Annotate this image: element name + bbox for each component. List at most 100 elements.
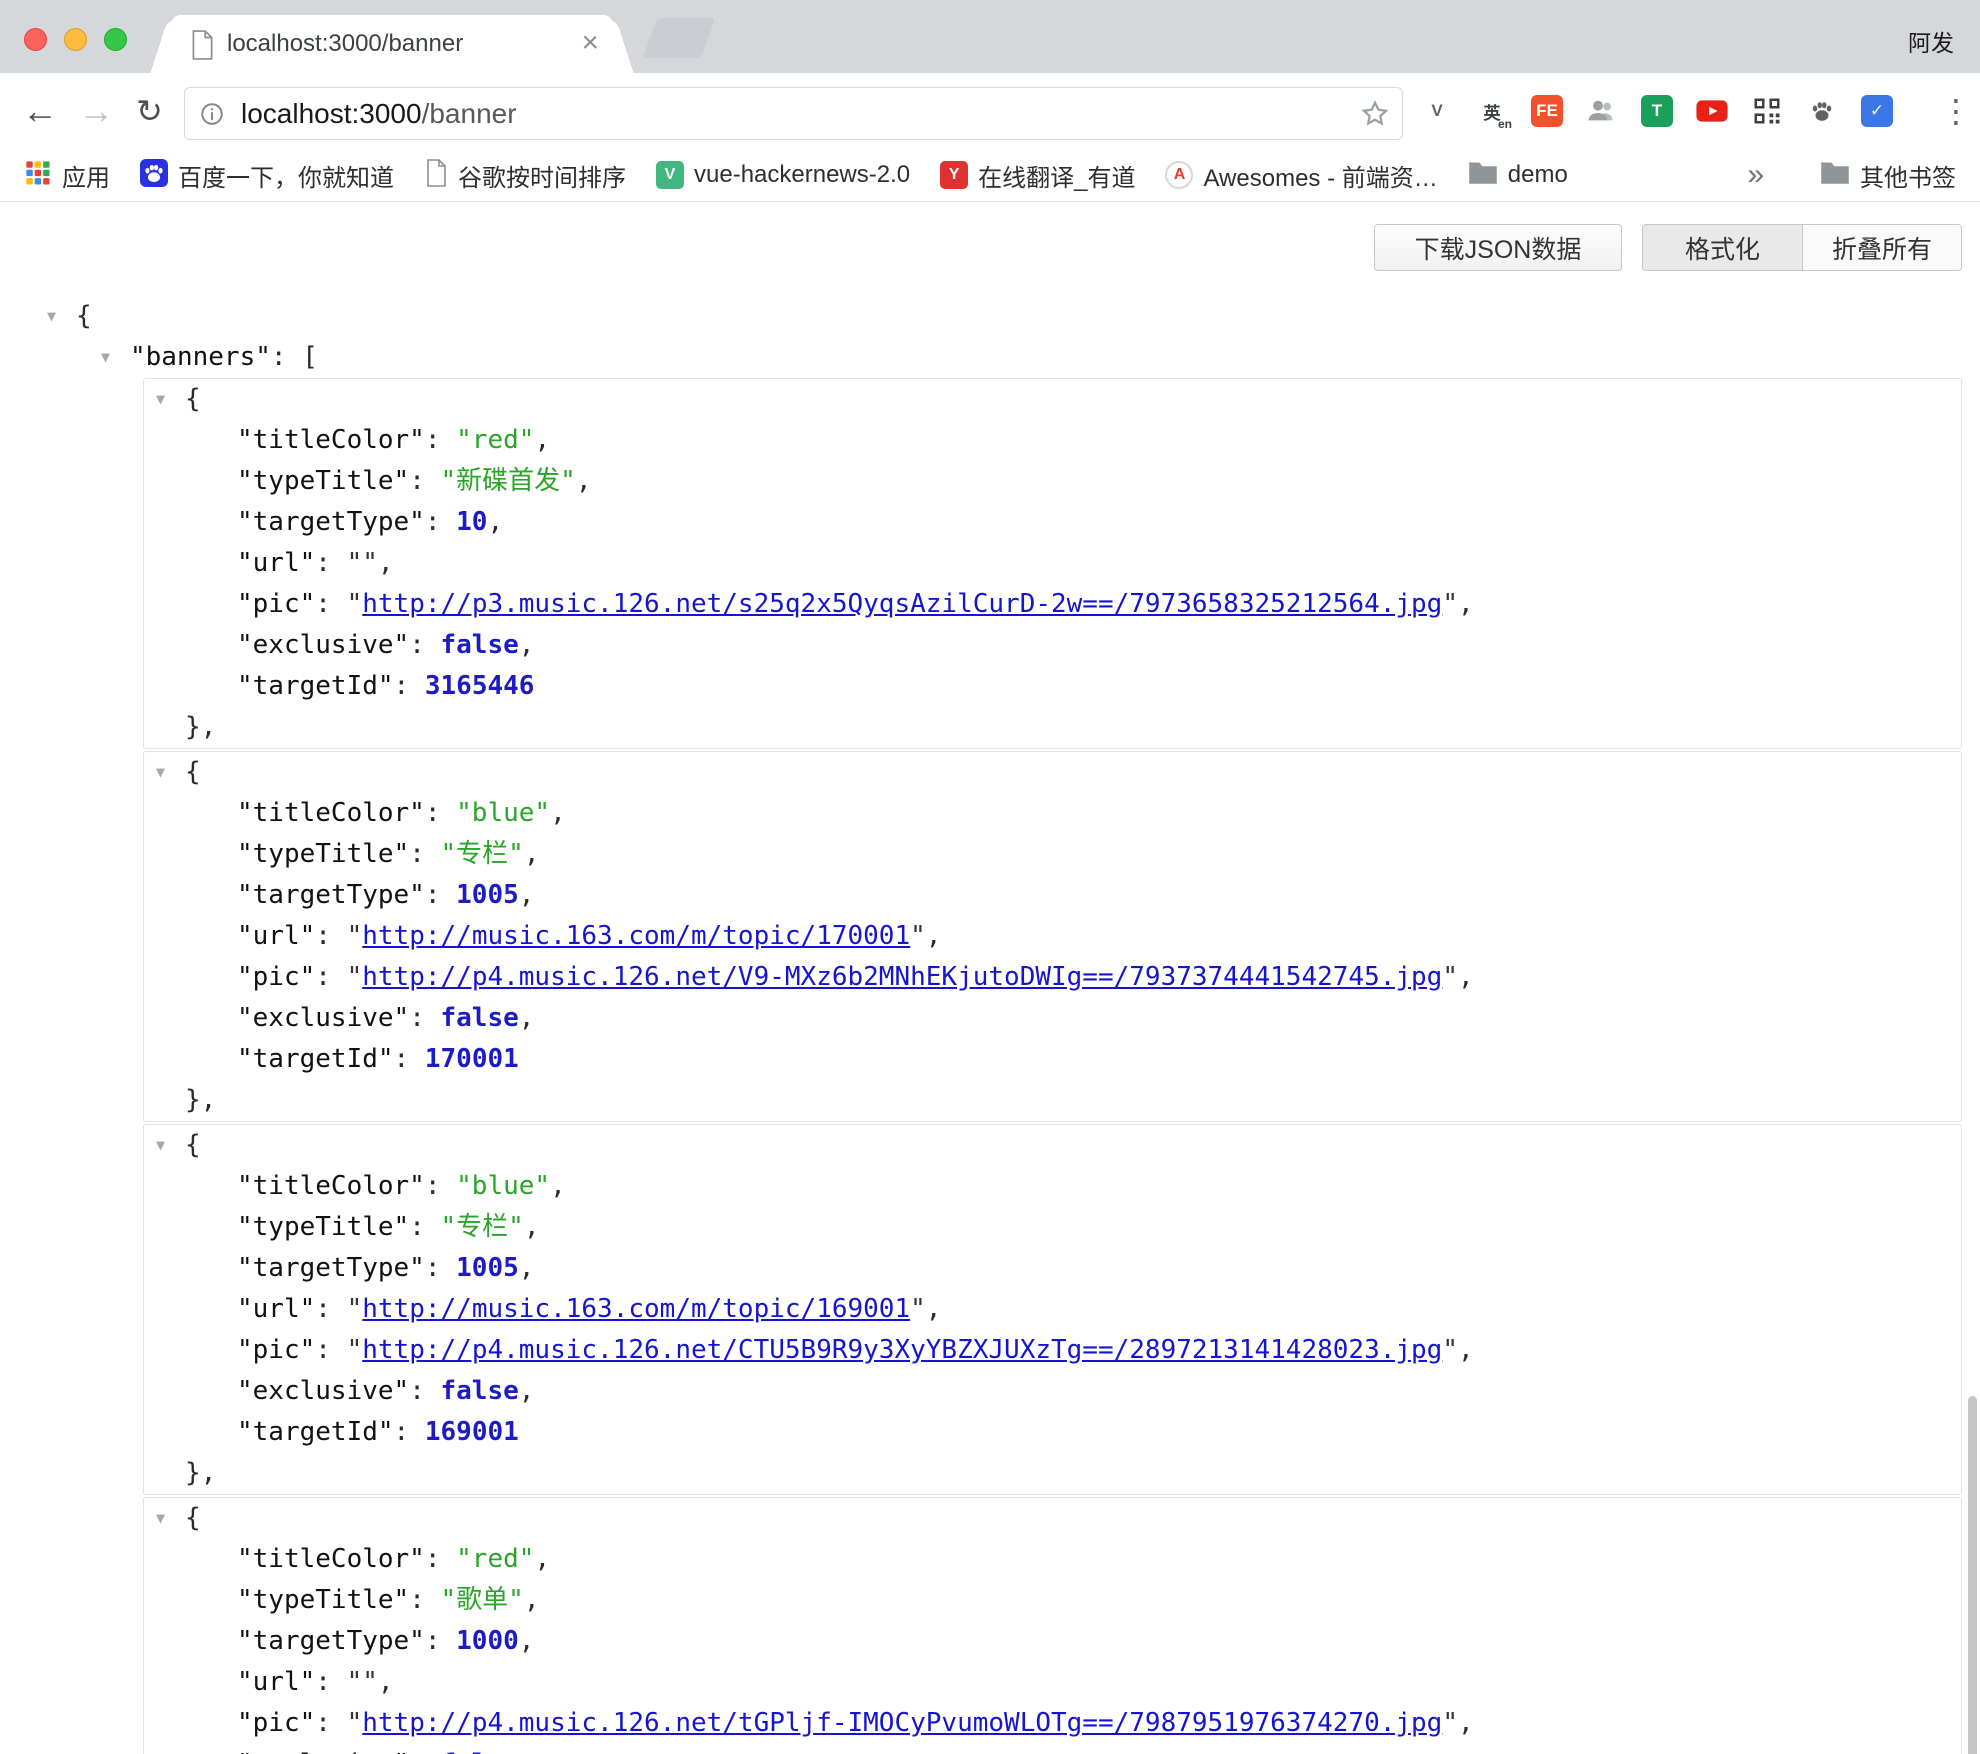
json-array-item: ▼{"titleColor": "red","typeTitle": "歌单",…	[143, 1497, 1962, 1754]
extension-green-icon[interactable]: T	[1640, 94, 1674, 128]
json-field: "targetId": 170001	[144, 1039, 1961, 1080]
json-url-link[interactable]: http://p4.music.126.net/CTU5B9R9y3XyYBZX…	[362, 1335, 1442, 1365]
json-value: "blue"	[456, 1171, 550, 1201]
collapse-toggle-icon[interactable]: ▼	[101, 337, 110, 378]
close-window-button[interactable]	[24, 28, 47, 51]
json-field: "targetType": 10,	[144, 502, 1961, 543]
json-key: "url"	[237, 548, 315, 578]
json-value: 10	[456, 507, 487, 537]
address-bar[interactable]: localhost:3000/banner	[184, 87, 1403, 140]
extension-vimium-icon[interactable]: V	[1420, 94, 1454, 128]
json-field: "url": "http://music.163.com/m/topic/170…	[144, 916, 1961, 957]
page-content: 下载JSON数据 格式化 折叠所有 ▼{▼"banners": [▼{"titl…	[0, 202, 1980, 1754]
download-json-button[interactable]: 下载JSON数据	[1374, 224, 1622, 271]
json-key: "targetType"	[237, 880, 425, 910]
bookmark-item[interactable]: 应用	[24, 158, 110, 193]
minimize-window-button[interactable]	[64, 28, 87, 51]
json-key: "typeTitle"	[237, 466, 409, 496]
json-field: "targetType": 1005,	[144, 875, 1961, 916]
reload-button[interactable]: ↻	[136, 93, 163, 129]
vertical-scrollbar[interactable]	[1968, 1396, 1977, 1754]
json-field: "pic": "http://p3.music.126.net/s25q2x5Q…	[144, 584, 1961, 625]
browser-menu-icon[interactable]: ⋮	[1940, 92, 1972, 130]
json-value: "red"	[456, 425, 534, 455]
json-field: "typeTitle": "专栏",	[144, 1207, 1961, 1248]
bookmarks-overflow-chevron[interactable]: »	[1747, 158, 1764, 192]
json-key: "titleColor"	[237, 1171, 425, 1201]
json-field: "typeTitle": "新碟首发",	[144, 461, 1961, 502]
collapse-toggle-icon[interactable]: ▼	[156, 1498, 165, 1539]
folder-icon	[1820, 160, 1850, 190]
collapse-toggle-icon[interactable]: ▼	[156, 379, 165, 420]
json-array-item: ▼{"titleColor": "blue","typeTitle": "专栏"…	[143, 751, 1962, 1122]
json-key: "targetType"	[237, 1626, 425, 1656]
json-key: "exclusive"	[237, 1003, 409, 1033]
json-value: false	[441, 1749, 519, 1754]
collapse-toggle-icon[interactable]: ▼	[47, 296, 56, 337]
json-field: "pic": "http://p4.music.126.net/CTU5B9R9…	[144, 1330, 1961, 1371]
extension-shield-icon[interactable]: ✓	[1860, 94, 1894, 128]
extension-translate-icon[interactable]: 英en	[1475, 94, 1509, 128]
json-url-link[interactable]: http://music.163.com/m/topic/169001	[362, 1294, 910, 1324]
bookmark-item[interactable]: Y在线翻译_有道	[940, 158, 1135, 193]
bookmark-item[interactable]: Vvue-hackernews-2.0	[656, 161, 910, 189]
bookmark-item[interactable]: 百度一下，你就知道	[140, 158, 394, 193]
collapse-toggle-icon[interactable]: ▼	[156, 1125, 165, 1166]
json-field: "targetId": 3165446	[144, 666, 1961, 707]
json-object-open: ▼{	[144, 1498, 1961, 1539]
extension-fe-icon[interactable]: FE	[1530, 94, 1564, 128]
bookmark-item[interactable]: demo	[1468, 160, 1568, 190]
bookmark-label: 应用	[62, 158, 110, 193]
json-field: "pic": "http://p4.music.126.net/tGPljf-I…	[144, 1703, 1961, 1744]
json-key: "typeTitle"	[237, 1212, 409, 1242]
extension-paw-icon[interactable]	[1805, 94, 1839, 128]
back-button[interactable]: ←	[22, 93, 58, 129]
tab-close-icon[interactable]: ×	[581, 27, 599, 59]
json-array-item: ▼{"titleColor": "red","typeTitle": "新碟首发…	[143, 378, 1962, 749]
json-key: "url"	[237, 921, 315, 951]
window-title-bar: localhost:3000/banner × 阿发	[0, 0, 1980, 73]
json-key: "url"	[237, 1294, 315, 1324]
json-field: "exclusive": false,	[144, 1744, 1961, 1754]
extension-people-icon[interactable]	[1585, 94, 1619, 128]
json-url-link[interactable]: http://p4.music.126.net/tGPljf-IMOCyPvum…	[362, 1708, 1442, 1738]
bookmark-label: 百度一下，你就知道	[178, 158, 394, 193]
collapse-toggle-icon[interactable]: ▼	[156, 752, 165, 793]
bookmark-item[interactable]: AAwesomes - 前端资…	[1165, 158, 1437, 193]
baidu-paw-icon	[140, 159, 168, 192]
extension-youtube-icon[interactable]	[1695, 94, 1729, 128]
json-url-link[interactable]: http://p4.music.126.net/V9-MXz6b2MNhEKju…	[362, 962, 1442, 992]
zoom-window-button[interactable]	[104, 28, 127, 51]
page-info-icon[interactable]	[199, 101, 225, 127]
vue-icon: V	[656, 161, 684, 189]
json-url-link[interactable]: http://music.163.com/m/topic/170001	[362, 921, 910, 951]
other-bookmarks-folder[interactable]: 其他书签	[1820, 158, 1956, 193]
bookmark-label: 谷歌按时间排序	[458, 158, 626, 193]
collapse-all-button[interactable]: 折叠所有	[1802, 225, 1961, 270]
address-host: localhost:3000	[241, 98, 422, 129]
json-value: 169001	[425, 1417, 519, 1447]
bookmark-star-icon[interactable]	[1360, 99, 1390, 129]
new-tab-button[interactable]	[643, 18, 716, 58]
json-key: "targetType"	[237, 507, 425, 537]
json-value: "red"	[456, 1544, 534, 1574]
bookmark-item[interactable]: 谷歌按时间排序	[424, 158, 626, 193]
folder-icon	[1468, 160, 1498, 190]
json-array-item: ▼{"titleColor": "blue","typeTitle": "专栏"…	[143, 1124, 1962, 1495]
json-url-link[interactable]: http://p3.music.126.net/s25q2x5QyqsAzilC…	[362, 589, 1442, 619]
json-toolbar: 下载JSON数据 格式化 折叠所有	[1374, 224, 1962, 271]
address-url[interactable]: localhost:3000/banner	[241, 98, 517, 130]
tab-title: localhost:3000/banner	[227, 30, 463, 58]
extension-qrcode-icon[interactable]	[1750, 94, 1784, 128]
json-key: "exclusive"	[237, 630, 409, 660]
bookmarks-bar: 应用 百度一下，你就知道 谷歌按时间排序 Vvue-hackernews-2.0 Y在线…	[0, 149, 1980, 202]
json-value: false	[441, 630, 519, 660]
navigation-bar: ← → ↻ localhost:3000/banner V 英en FE T ✓ ⋮	[0, 73, 1980, 149]
browser-tab[interactable]: localhost:3000/banner ×	[171, 15, 613, 73]
forward-button[interactable]: →	[78, 93, 114, 129]
bookmark-label: vue-hackernews-2.0	[694, 161, 910, 189]
format-button[interactable]: 格式化	[1643, 225, 1802, 270]
address-path: /banner	[422, 98, 517, 129]
other-bookmarks-label: 其他书签	[1860, 158, 1956, 193]
json-field: "titleColor": "red",	[144, 1539, 1961, 1580]
